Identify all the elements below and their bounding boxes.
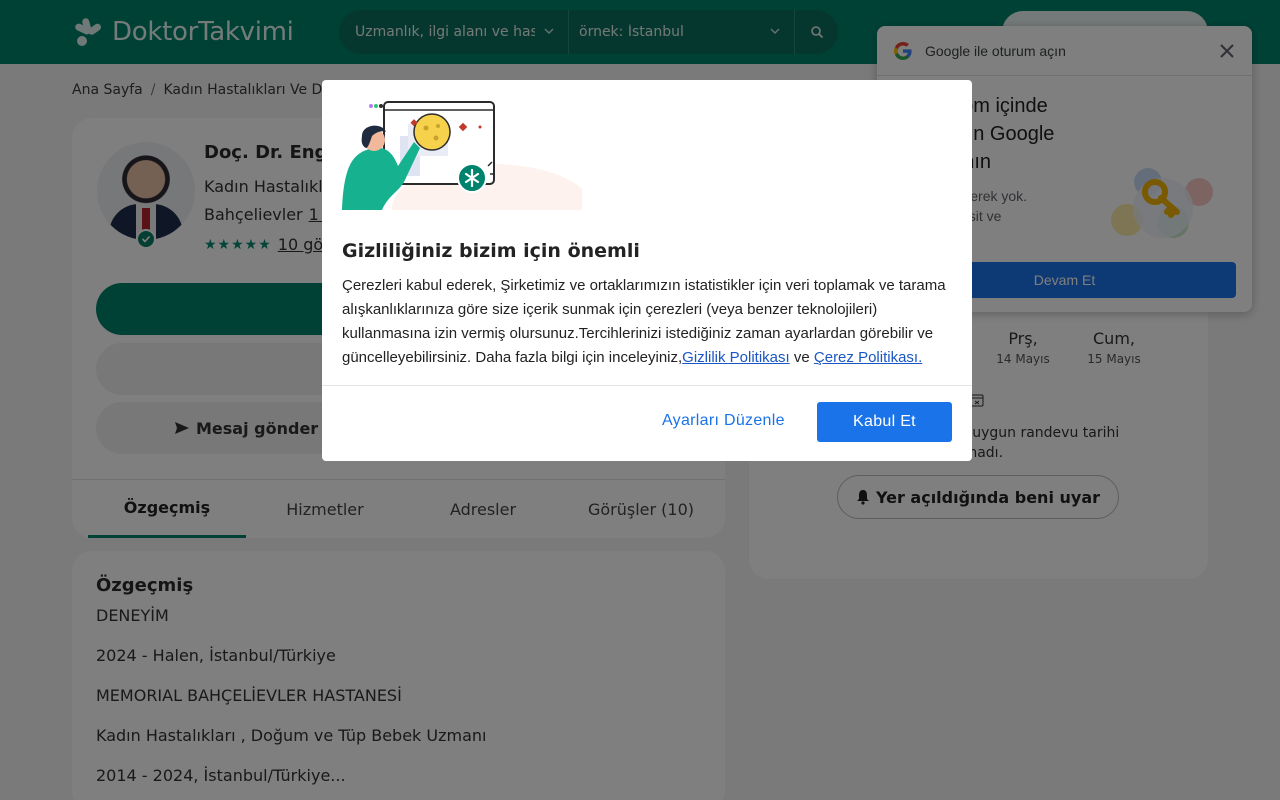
edit-settings-button[interactable]: Ayarları Düzenle (662, 412, 785, 430)
cookie-modal-body: Çerezleri kabul ederek, Şirketimiz ve or… (342, 277, 946, 366)
cookie-policy-link[interactable]: Çerez Politikası. (814, 349, 922, 366)
accept-cookies-button[interactable]: Kabul Et (817, 402, 952, 442)
cookie-modal-title: Gizliliğiniz bizim için önemli (342, 240, 640, 262)
cookie-modal-footer: Ayarları Düzenle Kabul Et (322, 385, 972, 461)
privacy-policy-link[interactable]: Gizlilik Politikası (682, 349, 790, 366)
privacy-illustration-icon (342, 101, 582, 210)
cookie-consent-modal: Gizliliğiniz bizim için önemli Çerezleri… (322, 80, 972, 461)
